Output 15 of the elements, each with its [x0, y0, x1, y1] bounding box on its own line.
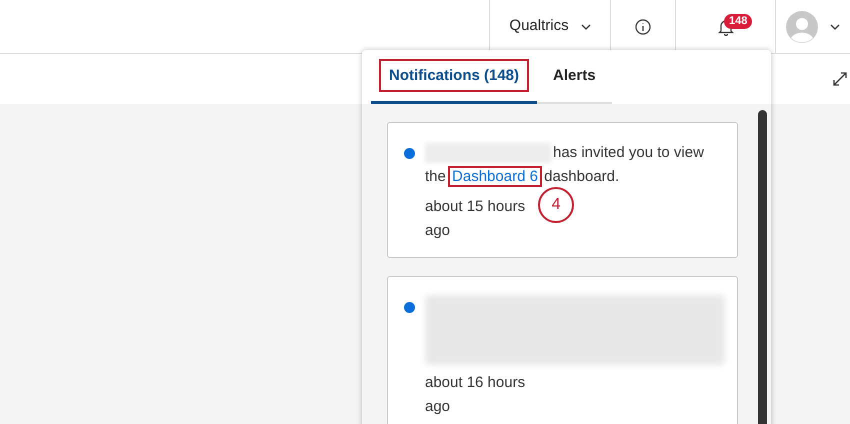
- notification-count-badge: 148: [724, 14, 752, 29]
- notification-card[interactable]: has invited you to view the Dashboard 6 4 dashboard. about 15 hours ago: [387, 122, 738, 258]
- chevron-down-icon: [830, 24, 840, 30]
- notification-time: about 16 hours ago: [425, 373, 526, 417]
- chevron-down-icon: [580, 24, 591, 30]
- expand-icon[interactable]: [832, 71, 848, 87]
- panel-tab[interactable]: Notifications (148): [371, 52, 538, 104]
- dashboard-link[interactable]: Dashboard 6: [450, 168, 540, 185]
- info-icon: [635, 18, 651, 34]
- avatar-icon: [786, 10, 818, 42]
- scrollbar[interactable]: [758, 110, 767, 424]
- callout-number: 4: [538, 187, 574, 223]
- panel-tab[interactable]: Alerts: [537, 52, 612, 104]
- notification-card[interactable]: about 16 hours ago: [387, 276, 738, 424]
- notification-time: about 15 hours ago: [425, 197, 526, 241]
